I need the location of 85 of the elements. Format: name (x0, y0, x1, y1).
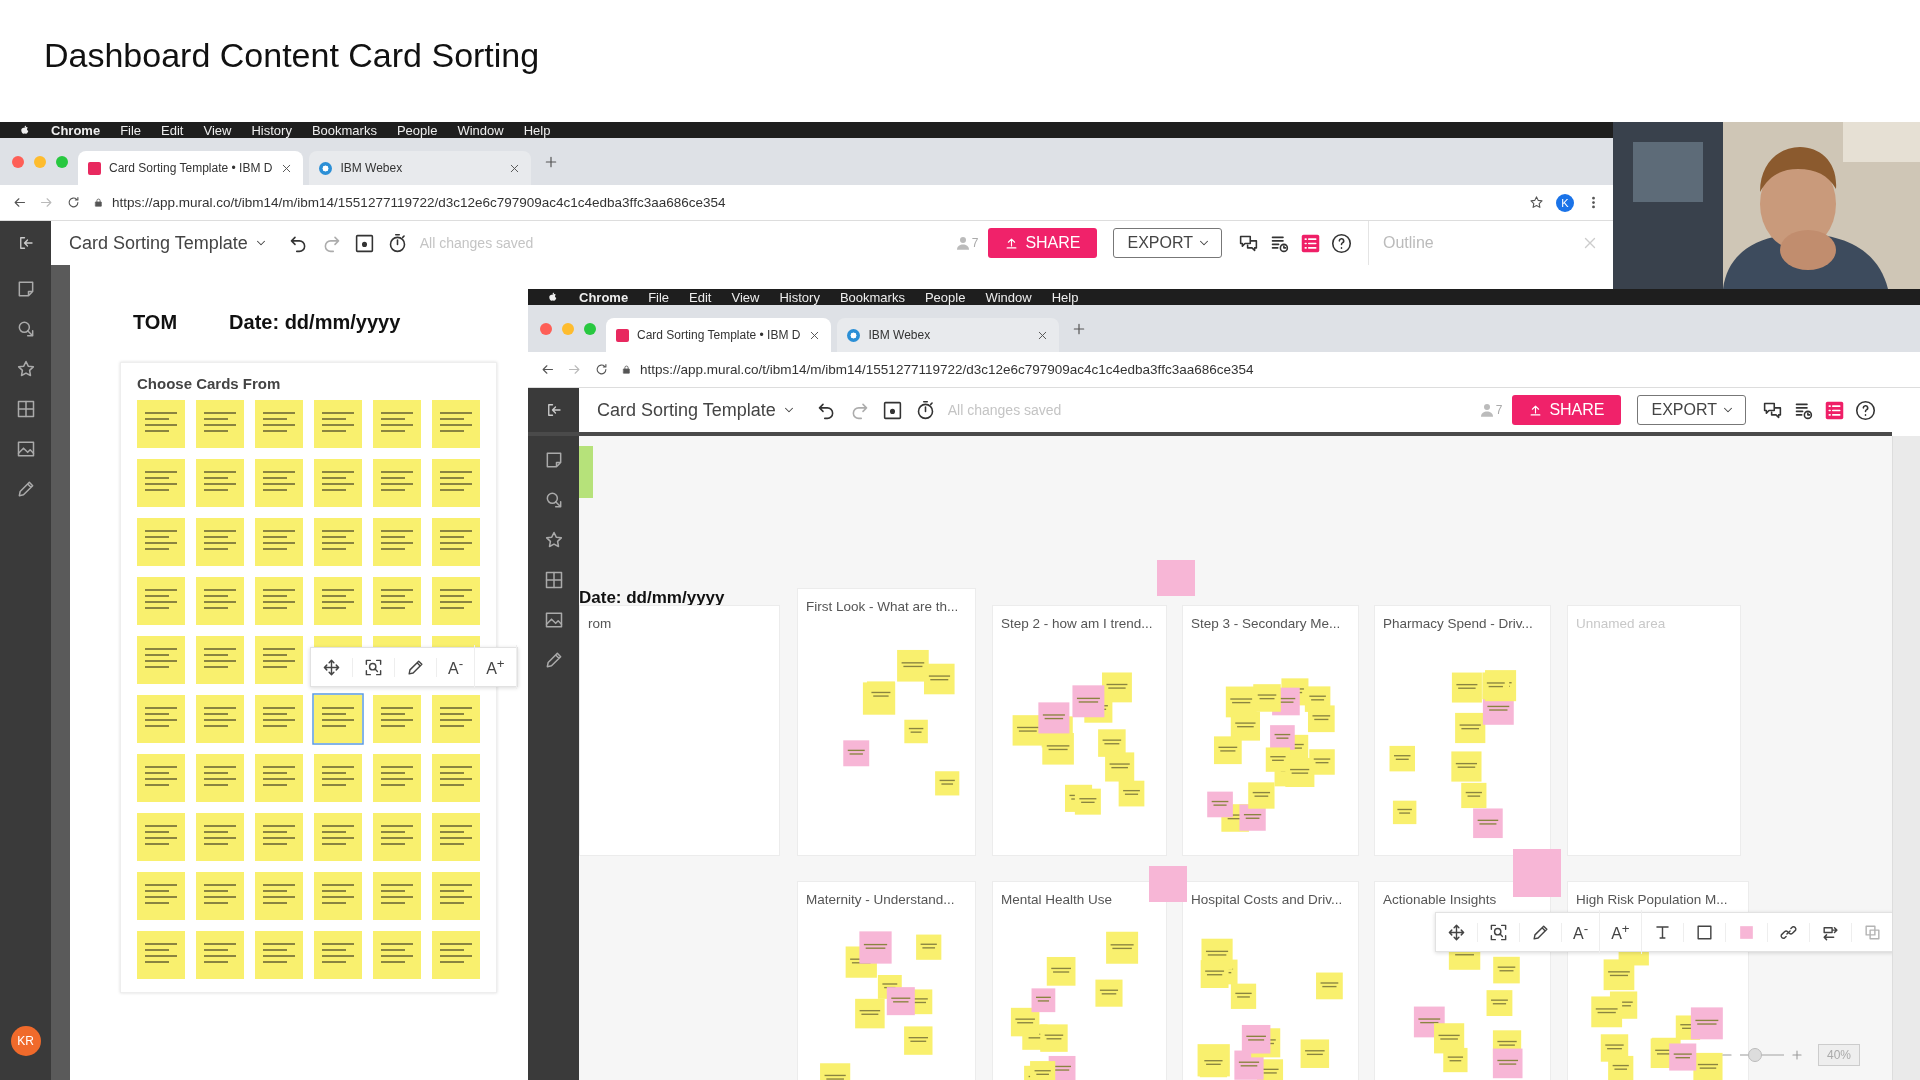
menu-item[interactable]: File (120, 122, 142, 138)
reload-icon[interactable] (66, 195, 81, 210)
address-field[interactable]: https://app.mural.co/t/ibm14/m/ibm14/1551277119722/d3c12e6c797909ac4c1c4edba3ffc3aa686ce354 (93, 189, 1517, 216)
board-title-button[interactable]: Card Sorting Template (591, 399, 796, 421)
apple-icon[interactable] (546, 290, 559, 304)
area-title: Hospital Costs and Driv... (1191, 892, 1344, 907)
profile-avatar[interactable]: K (1556, 193, 1574, 212)
globe-favicon-icon (319, 161, 333, 175)
menu-item[interactable]: Bookmarks (311, 122, 377, 138)
menu-item[interactable]: View (731, 289, 760, 305)
area-title: Pharmacy Spend - Driv... (1383, 616, 1534, 631)
bookmark-star-icon[interactable] (1529, 195, 1544, 210)
image-icon[interactable] (543, 610, 564, 630)
area-title: First Look - What are th... (806, 599, 960, 614)
browser-tab[interactable]: Card Sorting Template • IBM D (606, 318, 832, 352)
star-icon[interactable] (15, 359, 36, 379)
lock-icon (621, 364, 632, 375)
area-title: Choose Cards From (137, 375, 282, 392)
globe-favicon-icon (847, 328, 861, 342)
page-title: Dashboard Content Card Sorting (44, 35, 540, 76)
sticky-note (1149, 866, 1187, 902)
menu-item[interactable]: History (251, 122, 292, 138)
frame-icon[interactable] (881, 399, 903, 421)
font-size-button[interactable]: A$^{-}$ (1562, 910, 1601, 954)
area-title: High Risk Population M... (1576, 892, 1729, 907)
browser-tab[interactable]: IBM Webex (837, 318, 1060, 352)
grid-icon[interactable] (543, 570, 564, 590)
menu-item[interactable]: People (924, 289, 966, 305)
menu-app-name[interactable]: Chrome (51, 122, 101, 138)
menu-item[interactable]: Edit (689, 289, 712, 305)
area-title: Mental Health Use (1001, 892, 1114, 907)
image-icon[interactable] (15, 439, 36, 459)
menu-item[interactable]: Help (1051, 289, 1079, 305)
menu-item[interactable]: View (203, 122, 232, 138)
board-title-button[interactable]: Card Sorting Template (63, 232, 268, 254)
reload-icon[interactable] (594, 362, 609, 377)
area-title: Step 2 - how am I trend... (1001, 616, 1154, 631)
board-favicon-icon (88, 161, 101, 175)
browser-tab[interactable]: IBM Webex (309, 151, 532, 185)
save-status: All changes saved (947, 402, 1062, 418)
help-icon[interactable] (1855, 399, 1876, 421)
area-title: Actionable Insights (1383, 892, 1498, 907)
menu-item[interactable]: File (648, 289, 670, 305)
font-size-button[interactable]: A$^{-}$ (437, 645, 476, 689)
menu-item[interactable]: Bookmarks (839, 289, 905, 305)
board-favicon-icon (616, 328, 629, 342)
sticky-note (1157, 560, 1195, 596)
frame-icon[interactable] (353, 232, 375, 254)
outline-list-icon[interactable] (1824, 399, 1845, 421)
menu-item[interactable]: Window (457, 122, 504, 138)
outline-list-icon[interactable] (1300, 232, 1321, 254)
back-icon[interactable] (12, 195, 27, 210)
participant-name: TOM (133, 311, 178, 334)
collaborator-count: 7 (1495, 403, 1503, 417)
area-title: Step 3 - Secondary Me... (1191, 616, 1342, 631)
area-title: rom (588, 616, 613, 631)
apple-icon[interactable] (18, 123, 31, 137)
address-field[interactable]: https://app.mural.co/t/ibm14/m/ibm14/1551277119722/d3c12e6c797909ac4c1c4edba3ffc3aa686ce354 (621, 356, 1908, 383)
save-status: All changes saved (419, 235, 534, 251)
menu-item[interactable]: Edit (161, 122, 184, 138)
menu-item[interactable]: Window (985, 289, 1032, 305)
font-size-button[interactable]: A$^{+}$ (1600, 910, 1642, 954)
export-button[interactable]: EXPORT (1636, 395, 1746, 425)
menu-item[interactable]: History (779, 289, 820, 305)
menu-item[interactable]: Help (523, 122, 551, 138)
area-title: Maternity - Understand... (806, 892, 956, 907)
collaborator-count: 7 (971, 236, 979, 250)
help-icon[interactable] (1331, 232, 1352, 254)
menu-item[interactable]: People (396, 122, 438, 138)
font-size-button[interactable]: A$^{+}$ (475, 645, 517, 689)
share-button[interactable]: SHARE (988, 228, 1097, 258)
export-button[interactable]: EXPORT (1112, 228, 1222, 258)
star-icon[interactable] (543, 530, 564, 550)
date-label: Date: dd/mm/yyyy (579, 588, 725, 608)
lock-icon (93, 197, 104, 208)
grid-icon[interactable] (15, 399, 36, 419)
sticky-note (1513, 849, 1561, 897)
date-label: Date: dd/mm/yyyy (229, 311, 401, 334)
zoom-level: 40% (1818, 1044, 1861, 1066)
back-icon[interactable] (540, 362, 555, 377)
share-button[interactable]: SHARE (1512, 395, 1621, 425)
menu-app-name[interactable]: Chrome (579, 289, 629, 305)
browser-tab[interactable]: Card Sorting Template • IBM D (78, 151, 304, 185)
outline-title: Outline (1383, 234, 1434, 252)
sticky-note (579, 446, 593, 498)
